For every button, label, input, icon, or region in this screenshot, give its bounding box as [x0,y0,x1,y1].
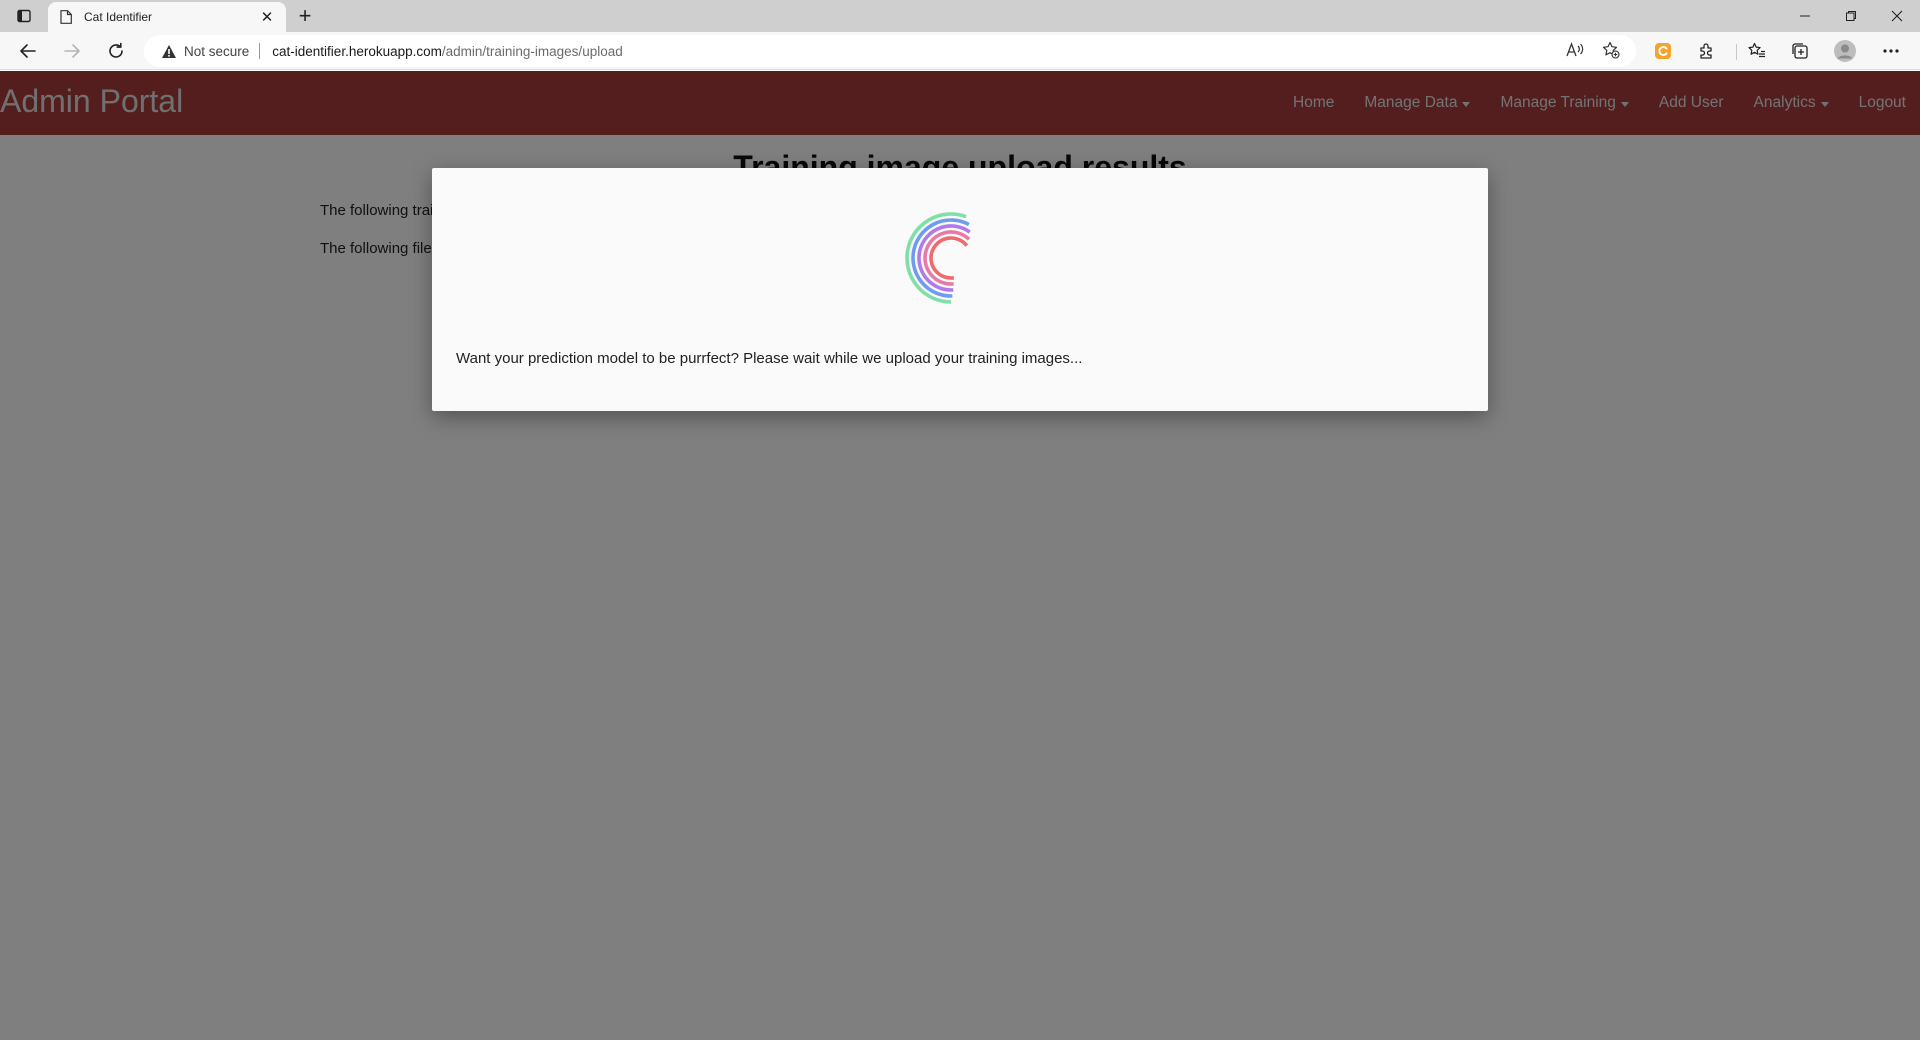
toolbar-divider [1736,44,1737,60]
page-viewport: Admin Portal Home Manage Data Manage Tra… [0,71,1920,1040]
back-icon[interactable] [12,36,44,66]
warning-icon[interactable] [160,42,178,60]
tab-close-icon[interactable]: ✕ [258,8,276,26]
loading-spinner [905,212,971,304]
address-bar[interactable]: Not secure cat-identifier.herokuapp.com … [144,35,1636,67]
forward-icon[interactable] [56,36,88,66]
collections-icon[interactable] [1784,36,1816,66]
page-icon [58,9,74,25]
spinner-arc [929,236,969,280]
extension-orange-icon[interactable] [1647,36,1679,66]
browser-tab-strip: Cat Identifier ✕ + [0,0,1920,32]
spinner-arc [911,218,970,298]
close-icon[interactable] [1874,0,1920,32]
tab-title: Cat Identifier [84,10,153,24]
security-label[interactable]: Not secure [184,44,249,59]
browser-toolbar: Not secure cat-identifier.herokuapp.com … [0,32,1920,70]
upload-wait-message: Want your prediction model to be purrfec… [456,350,1083,367]
favorites-icon[interactable] [1741,36,1773,66]
minimize-icon[interactable] [1782,0,1828,32]
tab-actions-icon[interactable] [8,4,40,28]
url-path: /admin/training-images/upload [441,43,623,59]
url-separator [259,43,261,59]
restore-icon[interactable] [1828,0,1874,32]
upload-progress-modal: Want your prediction model to be purrfec… [432,168,1488,411]
favorite-add-icon[interactable] [1596,35,1626,65]
new-tab-button[interactable]: + [292,3,318,28]
url-host: cat-identifier.herokuapp.com [272,43,442,59]
refresh-icon[interactable] [100,36,132,66]
more-icon[interactable] [1875,36,1907,66]
read-aloud-icon[interactable] [1560,35,1590,65]
browser-tab[interactable]: Cat Identifier ✕ [48,2,286,32]
extensions-icon[interactable] [1691,36,1723,66]
profile-icon[interactable] [1829,36,1861,66]
